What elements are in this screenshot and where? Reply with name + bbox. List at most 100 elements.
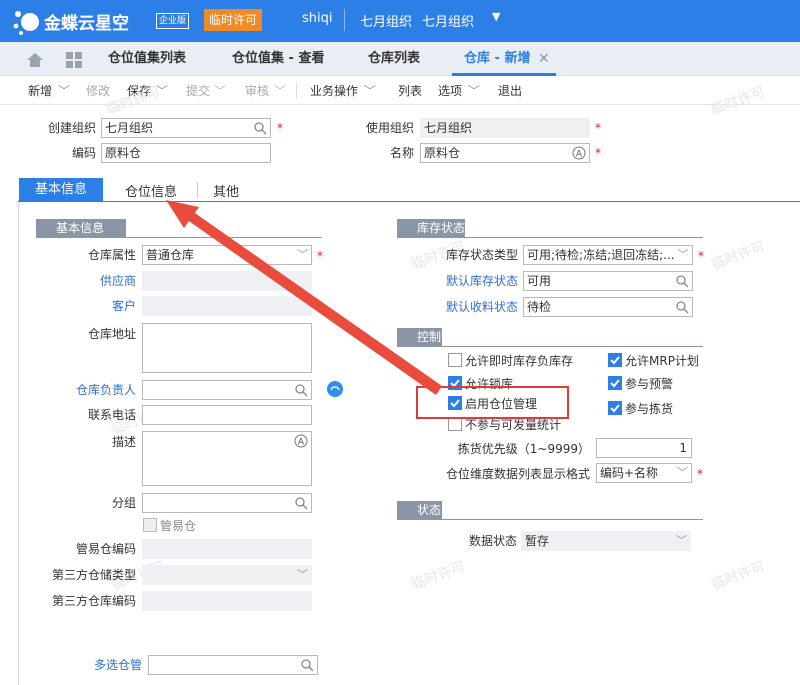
license-button[interactable]: 临时许可	[204, 9, 263, 31]
multilang-icon[interactable]: A	[294, 434, 308, 448]
customer-label[interactable]: 客户	[40, 297, 136, 315]
multi-manager-label[interactable]: 多选仓管	[44, 656, 142, 674]
required-mark: *	[277, 121, 283, 135]
check-icon	[610, 356, 620, 365]
code-input[interactable]: 原料仓	[101, 143, 271, 163]
allow-mrp-checkbox[interactable]	[608, 353, 622, 367]
receive-status-label[interactable]: 默认收料状态	[420, 298, 518, 316]
managed-checkbox[interactable]	[143, 518, 157, 532]
new-button[interactable]: 新增	[28, 77, 52, 105]
svg-text:A: A	[576, 150, 583, 160]
search-icon[interactable]	[294, 383, 308, 397]
third-type-select: ﹀	[142, 565, 312, 585]
manager-label[interactable]: 仓库负责人	[40, 381, 136, 399]
list-button[interactable]: 列表	[398, 77, 422, 105]
org-dropdown-icon[interactable]: ▼	[492, 10, 500, 23]
use-org-label: 使用组织	[365, 121, 414, 135]
cloud-sync-icon[interactable]	[327, 381, 343, 397]
svg-text:A: A	[298, 438, 305, 448]
highlight-box	[416, 386, 569, 419]
top-bar: 金蝶云星空 企业版 临时许可 shiqi 七月组织 七月组织 ▼	[0, 0, 800, 42]
address-label: 仓库地址	[87, 327, 136, 341]
create-org-label: 创建组织	[47, 121, 96, 135]
check-icon	[610, 379, 620, 388]
address-textarea[interactable]	[142, 323, 312, 373]
join-picking-checkbox[interactable]	[608, 401, 622, 415]
manager-input[interactable]	[142, 380, 312, 400]
section-control: 控制	[397, 328, 442, 346]
search-icon[interactable]	[253, 121, 267, 135]
allow-negative-checkbox[interactable]	[448, 353, 462, 367]
allow-mrp-label: 允许MRP计划	[625, 354, 699, 368]
default-status-label[interactable]: 默认库存状态	[420, 272, 518, 290]
default-status-input[interactable]: 可用	[523, 271, 693, 291]
close-tab-icon[interactable]: ✕	[538, 51, 550, 67]
exit-button[interactable]: 退出	[498, 77, 522, 105]
multi-manager-input[interactable]	[148, 655, 318, 675]
options-button[interactable]: 选项	[438, 77, 462, 105]
subtab-basic[interactable]: 基本信息	[19, 178, 103, 202]
supplier-input	[142, 271, 312, 291]
watermark: 临时许可	[709, 558, 768, 594]
multilang-icon[interactable]: A	[572, 146, 586, 160]
desc-textarea[interactable]: A	[142, 431, 312, 486]
divider	[344, 9, 345, 31]
dim-format-select[interactable]: 编码+名称 ﹀	[596, 463, 692, 483]
subtab-location[interactable]: 仓位信息	[125, 181, 177, 200]
business-button[interactable]: 业务操作	[310, 77, 358, 105]
chevron-down-icon[interactable]: ﹀	[214, 77, 226, 105]
use-org-input[interactable]: 七月组织	[420, 118, 590, 138]
chevron-down-icon[interactable]: ﹀	[297, 246, 308, 264]
create-org-input[interactable]: 七月组织	[101, 118, 271, 138]
phone-label: 联系电话	[87, 408, 136, 422]
section-status: 状态	[397, 501, 442, 519]
search-icon[interactable]	[300, 658, 314, 672]
inv-type-select[interactable]: 可用;待检;冻结;退回冻结;... ﹀	[523, 245, 693, 265]
org-name-2[interactable]: 七月组织	[422, 11, 474, 30]
customer-input	[142, 296, 312, 316]
chevron-down-icon[interactable]: ﹀	[364, 77, 376, 105]
watermark: 临时许可	[409, 558, 468, 594]
chevron-down-icon[interactable]: ﹀	[274, 77, 286, 105]
join-alert-checkbox[interactable]	[608, 376, 622, 390]
no-send-checkbox[interactable]	[448, 417, 462, 431]
check-icon	[610, 404, 620, 413]
join-alert-label: 参与预警	[625, 377, 674, 391]
chevron-down-icon[interactable]: ﹀	[468, 77, 480, 105]
grid-icon[interactable]	[66, 52, 82, 68]
tab-warehouse-list[interactable]: 仓库列表	[368, 42, 420, 76]
search-icon[interactable]	[294, 496, 308, 510]
group-input[interactable]	[142, 493, 312, 513]
receive-status-input[interactable]: 待检	[523, 297, 693, 317]
desc-label: 描述	[111, 435, 136, 449]
divider	[296, 83, 297, 99]
tab-warehouse-new[interactable]: 仓库 - 新增	[464, 42, 530, 76]
chevron-down-icon[interactable]: ﹀	[677, 464, 688, 482]
user-name[interactable]: shiqi	[302, 11, 333, 26]
warehouse-attr-select[interactable]: 普通仓库 ﹀	[142, 245, 312, 265]
search-icon[interactable]	[675, 300, 689, 314]
group-label: 分组	[111, 496, 136, 510]
kingdee-logo-icon	[13, 11, 39, 35]
search-icon[interactable]	[675, 274, 689, 288]
audit-button[interactable]: 审核	[245, 77, 269, 105]
subtab-other[interactable]: 其他	[213, 181, 239, 200]
priority-input[interactable]: 1	[596, 438, 692, 458]
watermark: 临时许可	[709, 238, 768, 274]
phone-input[interactable]	[142, 405, 312, 425]
section-underline	[36, 237, 322, 238]
org-name-1[interactable]: 七月组织	[360, 11, 412, 30]
name-input[interactable]: 原料仓 A	[420, 143, 590, 163]
tab-location-set-view[interactable]: 仓位值集 - 查看	[232, 42, 324, 76]
submit-button[interactable]: 提交	[186, 77, 210, 105]
managed-code-label: 管易仓编码	[75, 542, 136, 556]
data-status-label: 数据状态	[468, 534, 517, 548]
tab-location-set-list[interactable]: 仓位值集列表	[108, 42, 186, 76]
tab-bar: 仓位值集列表 仓位值集 - 查看 仓库列表 仓库 - 新增 ✕	[0, 42, 800, 76]
supplier-label[interactable]: 供应商	[40, 272, 136, 290]
third-type-label: 第三方仓储类型	[51, 568, 136, 582]
home-icon[interactable]	[26, 52, 44, 68]
chevron-down-icon[interactable]: ﹀	[674, 246, 692, 264]
section-underline	[397, 346, 703, 347]
chevron-down-icon[interactable]: ﹀	[58, 77, 70, 105]
